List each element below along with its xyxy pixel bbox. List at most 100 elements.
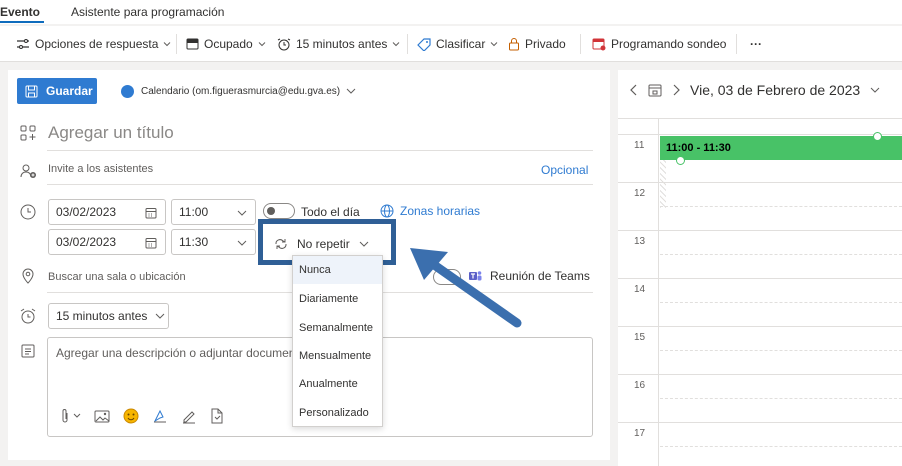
hour-label: 15 <box>634 332 646 343</box>
divider <box>618 118 902 119</box>
attendees-icon <box>20 164 36 178</box>
response-options-button[interactable]: Opciones de respuesta <box>16 36 171 52</box>
hour-line <box>618 326 902 327</box>
chevron-down-icon <box>393 42 400 47</box>
alarm-clock-icon <box>20 308 36 324</box>
half-hour-line <box>660 206 902 207</box>
all-day-label: Todo el día <box>301 205 360 219</box>
repeat-option-monthly[interactable]: Mensualmente <box>299 350 371 362</box>
hour-row: 17 <box>618 422 902 466</box>
hour-row: 16 <box>618 374 902 422</box>
save-button[interactable]: Guardar <box>17 78 97 104</box>
categorize-button[interactable]: Clasificar <box>417 36 498 52</box>
scheduling-poll-button[interactable]: Programando sondeo <box>592 36 726 52</box>
scheduling-poll-icon <box>592 38 606 50</box>
private-label: Privado <box>525 37 566 51</box>
end-date-picker[interactable]: 03/02/2023 <box>48 229 166 255</box>
calendar-event[interactable]: 11:00 - 11:30 <box>660 136 902 160</box>
repeat-option-daily[interactable]: Diariamente <box>299 293 358 305</box>
chevron-down-icon[interactable] <box>346 87 356 95</box>
hour-line <box>618 134 902 135</box>
repeat-options-menu: Nunca Diariamente Semanalmente Mensualme… <box>292 255 383 427</box>
half-hour-line <box>660 398 902 399</box>
divider <box>47 150 593 151</box>
emoji-icon[interactable] <box>123 408 139 424</box>
repeat-option-never[interactable]: Nunca <box>299 264 331 276</box>
save-label: Guardar <box>46 84 93 98</box>
annotation-arrow <box>410 248 522 328</box>
toolbar-divider <box>176 34 177 54</box>
insert-image-icon[interactable] <box>94 410 110 423</box>
all-day-toggle[interactable] <box>263 203 295 219</box>
start-time-select[interactable]: 11:00 <box>171 199 256 225</box>
event-resize-handle-bottom[interactable] <box>676 156 685 165</box>
end-date-value: 03/02/2023 <box>56 235 117 249</box>
repeat-option-yearly[interactable]: Anualmente <box>299 378 358 390</box>
half-hour-line <box>660 446 902 447</box>
toolbar: Opciones de respuesta Ocupado 15 minutos… <box>0 26 902 62</box>
show-as-busy-button[interactable]: Ocupado <box>186 36 266 52</box>
chevron-down-icon <box>164 42 171 47</box>
calendar-date-selector[interactable]: Vie, 03 de Febrero de 2023 <box>690 82 860 98</box>
private-button[interactable]: Privado <box>508 36 566 52</box>
reminder-label: 15 minutos antes <box>296 37 388 51</box>
hour-row: 15 <box>618 326 902 374</box>
busy-label: Ocupado <box>204 37 253 51</box>
end-time-value: 11:30 <box>179 235 209 249</box>
description-placeholder: Agregar una descripción o adjuntar docum… <box>56 346 306 360</box>
signature-icon[interactable] <box>181 408 197 424</box>
chevron-down-icon <box>237 210 247 216</box>
previous-day-icon[interactable] <box>630 84 638 96</box>
attendees-input[interactable]: Invite a los asistentes <box>48 163 153 175</box>
more-options-button[interactable]: ··· <box>750 36 762 52</box>
repeat-option-custom[interactable]: Personalizado <box>299 407 369 419</box>
location-input[interactable]: Buscar una sala o ubicación <box>48 271 186 283</box>
hour-line <box>618 230 902 231</box>
hour-line <box>618 374 902 375</box>
hour-row: 13 <box>618 230 902 278</box>
half-hour-line <box>660 302 902 303</box>
hour-line <box>618 278 902 279</box>
description-icon <box>21 344 35 358</box>
event-time-label: 11:00 - 11:30 <box>666 142 731 154</box>
title-icon <box>20 125 36 141</box>
end-time-select[interactable]: 11:30 <box>171 229 256 255</box>
reminder-button[interactable]: 15 minutos antes <box>277 36 400 52</box>
toggle-knob <box>267 207 275 215</box>
toolbar-divider <box>736 34 737 54</box>
today-calendar-icon[interactable] <box>648 83 662 97</box>
attach-file-button[interactable] <box>60 408 81 424</box>
chevron-down-icon <box>490 42 498 47</box>
hour-label: 13 <box>634 236 646 247</box>
calendar-color-dot <box>121 85 134 98</box>
location-icon <box>22 268 34 284</box>
document-icon[interactable] <box>210 408 224 424</box>
hatched-area <box>660 160 666 208</box>
format-painter-icon[interactable] <box>152 408 168 424</box>
repeat-option-weekly[interactable]: Semanalmente <box>299 322 373 334</box>
tab-scheduling-assistant[interactable]: Asistente para programación <box>71 5 224 19</box>
tab-event[interactable]: Evento <box>0 5 40 19</box>
calendar-selector[interactable]: Calendario (om.figuerasmurcia@edu.gva.es… <box>141 86 340 97</box>
reminder-select[interactable]: 15 minutos antes <box>48 303 169 329</box>
divider <box>47 184 593 185</box>
hour-label: 12 <box>634 188 646 199</box>
start-date-picker[interactable]: 03/02/2023 <box>48 199 166 225</box>
time-gutter-line <box>658 118 659 466</box>
day-calendar-panel: Vie, 03 de Febrero de 2023 11 12 13 14 1… <box>618 70 902 466</box>
reminder-value: 15 minutos antes <box>56 309 148 323</box>
half-hour-line <box>660 350 902 351</box>
clock-icon <box>20 204 36 220</box>
chevron-down-icon[interactable] <box>870 86 880 94</box>
next-day-icon[interactable] <box>672 84 680 96</box>
calendar-icon <box>145 238 157 249</box>
hour-label: 14 <box>634 284 646 295</box>
optional-attendees-link[interactable]: Opcional <box>541 163 588 177</box>
calendar-header: Vie, 03 de Febrero de 2023 <box>630 82 880 98</box>
title-input[interactable]: Agregar un título <box>48 123 174 143</box>
event-resize-handle-top[interactable] <box>873 132 882 141</box>
hour-row: 14 <box>618 278 902 326</box>
paperclip-icon <box>62 409 68 423</box>
time-zones-link[interactable]: Zonas horarias <box>380 204 480 218</box>
time-zones-label: Zonas horarias <box>400 204 481 218</box>
